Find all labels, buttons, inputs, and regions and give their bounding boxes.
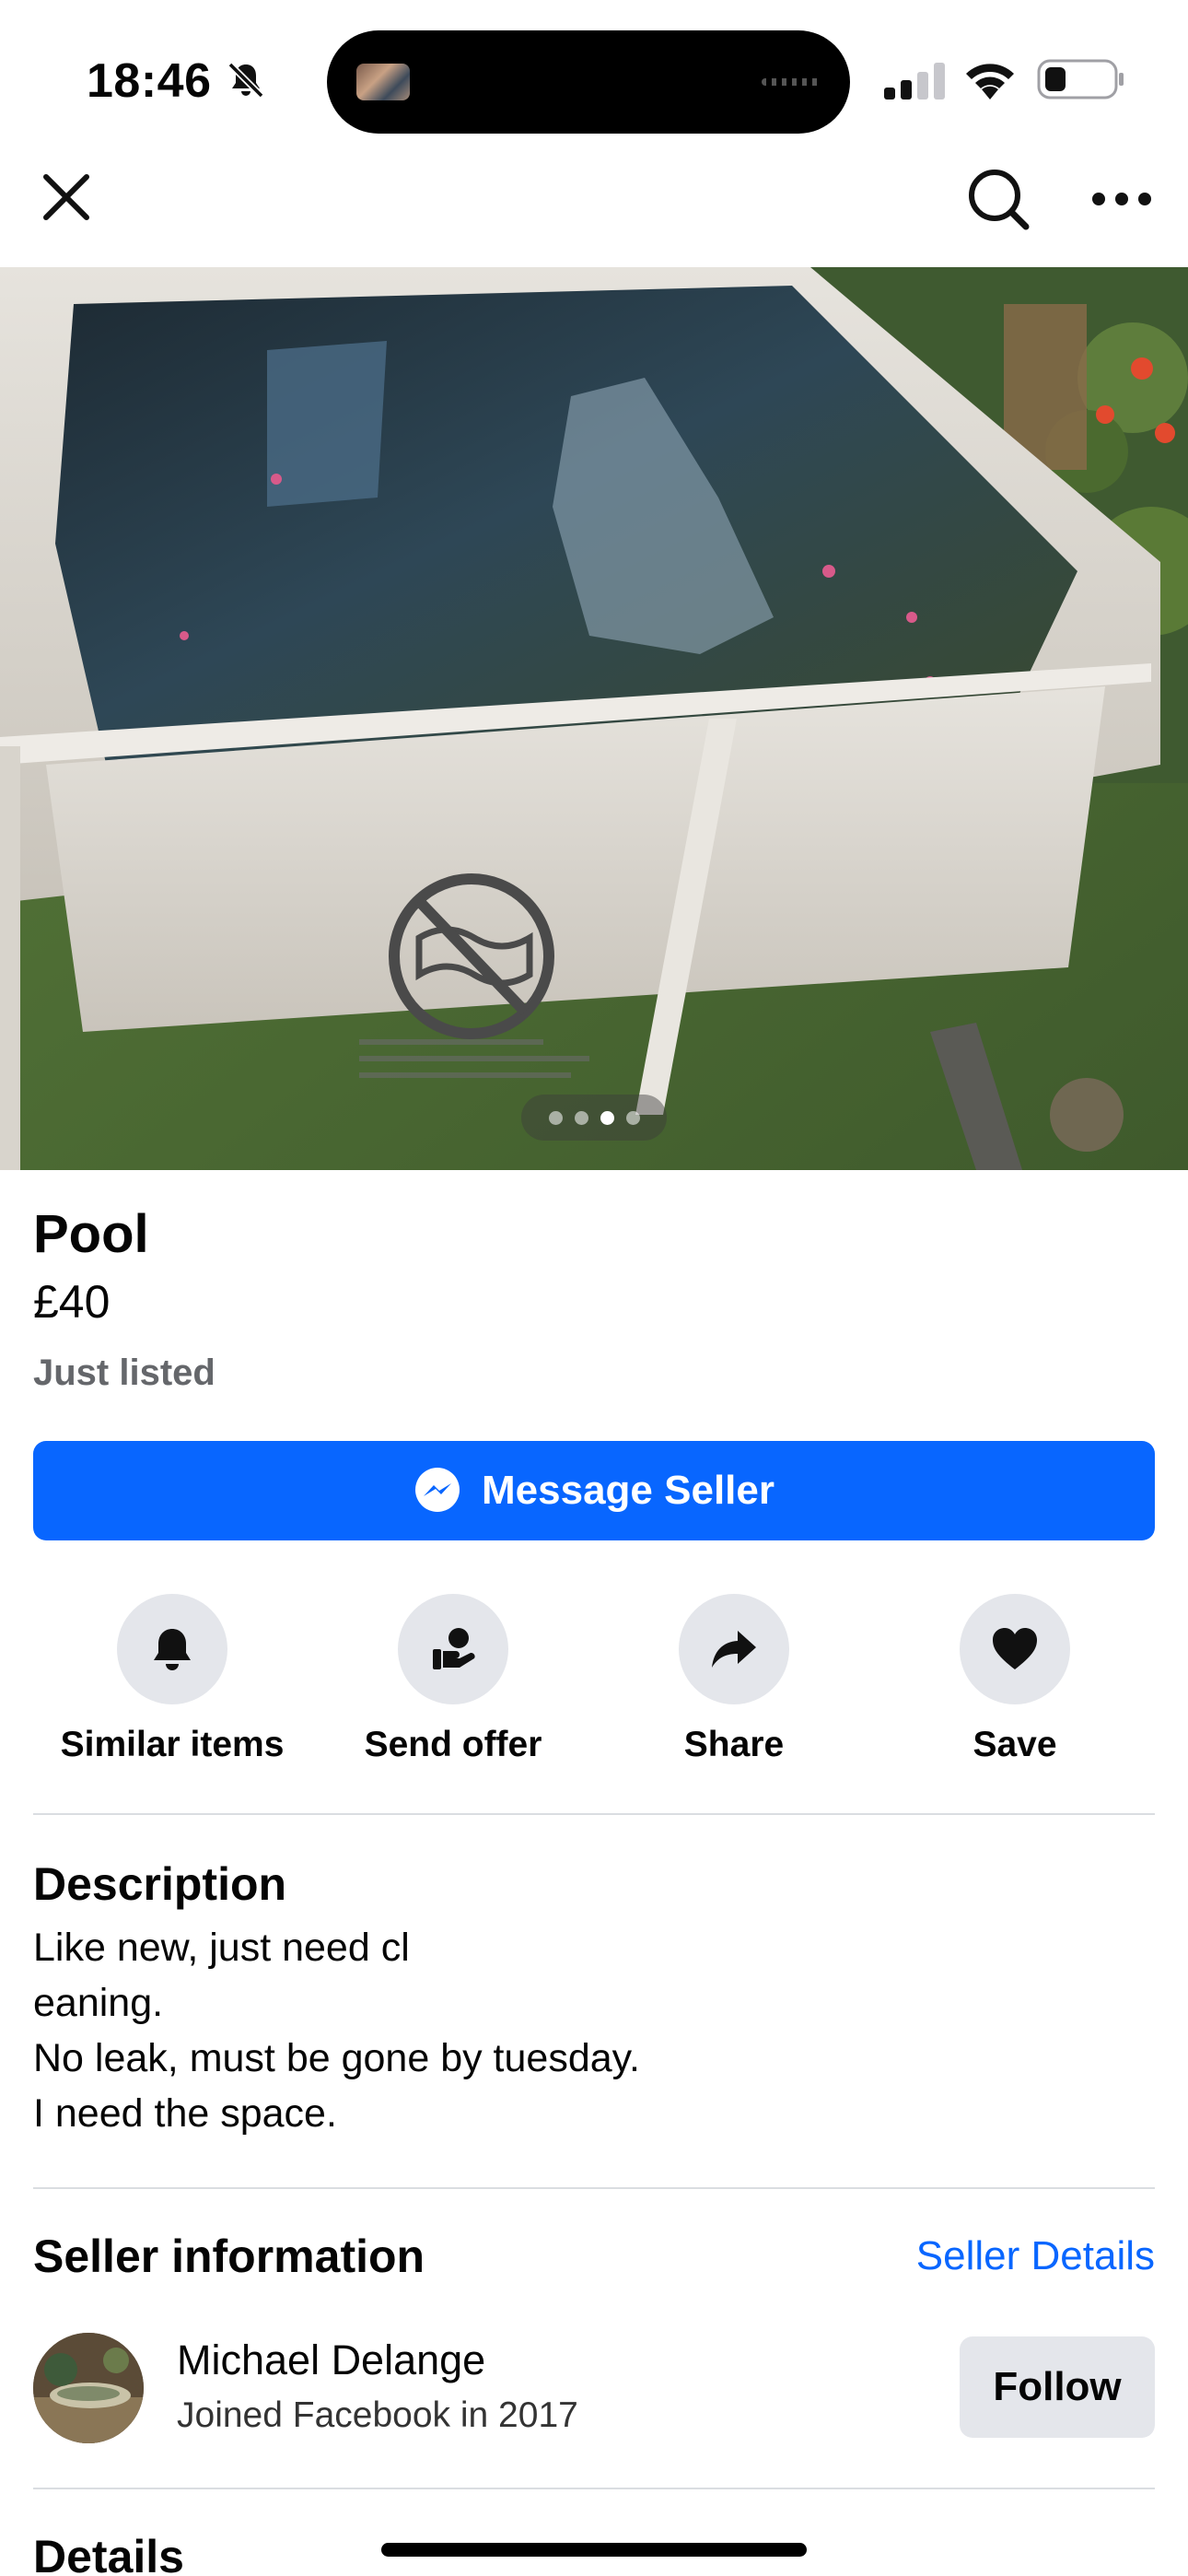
bell-icon (154, 1629, 191, 1670)
dynamic-island[interactable] (327, 30, 850, 134)
wifi-icon (963, 59, 1017, 100)
similar-items-circle (117, 1594, 227, 1704)
pager-dot[interactable] (548, 1110, 563, 1125)
messenger-icon (415, 1468, 460, 1512)
pool-image (0, 267, 1188, 1170)
search-icon (969, 170, 1030, 230)
message-seller-button[interactable]: Message Seller (33, 1441, 1155, 1540)
listing-title: Pool (33, 1204, 149, 1264)
listing-status: Just listed (33, 1352, 215, 1393)
description-text: Like new, just need cl eaning. No leak, … (33, 1926, 640, 2136)
seller-details-link[interactable]: Seller Details (916, 2233, 1155, 2279)
share-label: Share (683, 1725, 785, 1764)
more-options-button[interactable] (1085, 162, 1159, 236)
close-icon (43, 174, 89, 220)
seller-avatar[interactable] (33, 2333, 144, 2443)
top-nav (0, 138, 1188, 267)
listing-photo[interactable] (0, 267, 1188, 1170)
send-offer-label: Send offer (364, 1725, 542, 1764)
offer-hand-icon (433, 1628, 475, 1669)
save-label: Save (973, 1725, 1057, 1764)
message-seller-label: Message Seller (482, 1468, 775, 1513)
seller-joined-date: Joined Facebook in 2017 (177, 2395, 578, 2435)
image-pager[interactable] (521, 1095, 667, 1141)
bell-slash-icon (225, 59, 267, 101)
status-bar: 18:46 (0, 0, 1188, 138)
share-button[interactable]: Share (614, 1594, 854, 1778)
details-heading: Details (33, 2531, 184, 2576)
similar-items-button[interactable]: Similar items (52, 1594, 292, 1778)
send-offer-circle (398, 1594, 508, 1704)
seller-info-heading: Seller information (33, 2231, 425, 2282)
close-button[interactable] (33, 164, 99, 230)
heart-icon (993, 1628, 1037, 1669)
follow-button[interactable]: Follow (960, 2336, 1155, 2438)
media-thumbnail (356, 64, 410, 100)
pager-dot-active[interactable] (600, 1110, 614, 1125)
seller-name[interactable]: Michael Delange (177, 2336, 485, 2384)
pager-dot[interactable] (574, 1110, 588, 1125)
home-indicator[interactable] (381, 2543, 807, 2557)
more-icon (1092, 193, 1151, 205)
description-heading: Description (33, 1858, 287, 1910)
share-arrow-icon (712, 1631, 756, 1668)
listing-price: £40 (33, 1276, 111, 1328)
divider (33, 1813, 1155, 1815)
send-offer-button[interactable]: Send offer (333, 1594, 573, 1778)
share-circle (679, 1594, 789, 1704)
status-time: 18:46 (87, 54, 212, 108)
save-circle (960, 1594, 1070, 1704)
avatar-image (33, 2333, 144, 2443)
battery-icon (1037, 59, 1125, 100)
save-button[interactable]: Save (895, 1594, 1135, 1778)
divider (33, 2187, 1155, 2189)
divider (33, 2488, 1155, 2489)
audio-wave-icon (762, 78, 822, 86)
cellular-signal-icon (884, 63, 945, 100)
search-button[interactable] (961, 162, 1035, 236)
pager-dot[interactable] (625, 1110, 640, 1125)
similar-items-label: Similar items (60, 1725, 285, 1764)
